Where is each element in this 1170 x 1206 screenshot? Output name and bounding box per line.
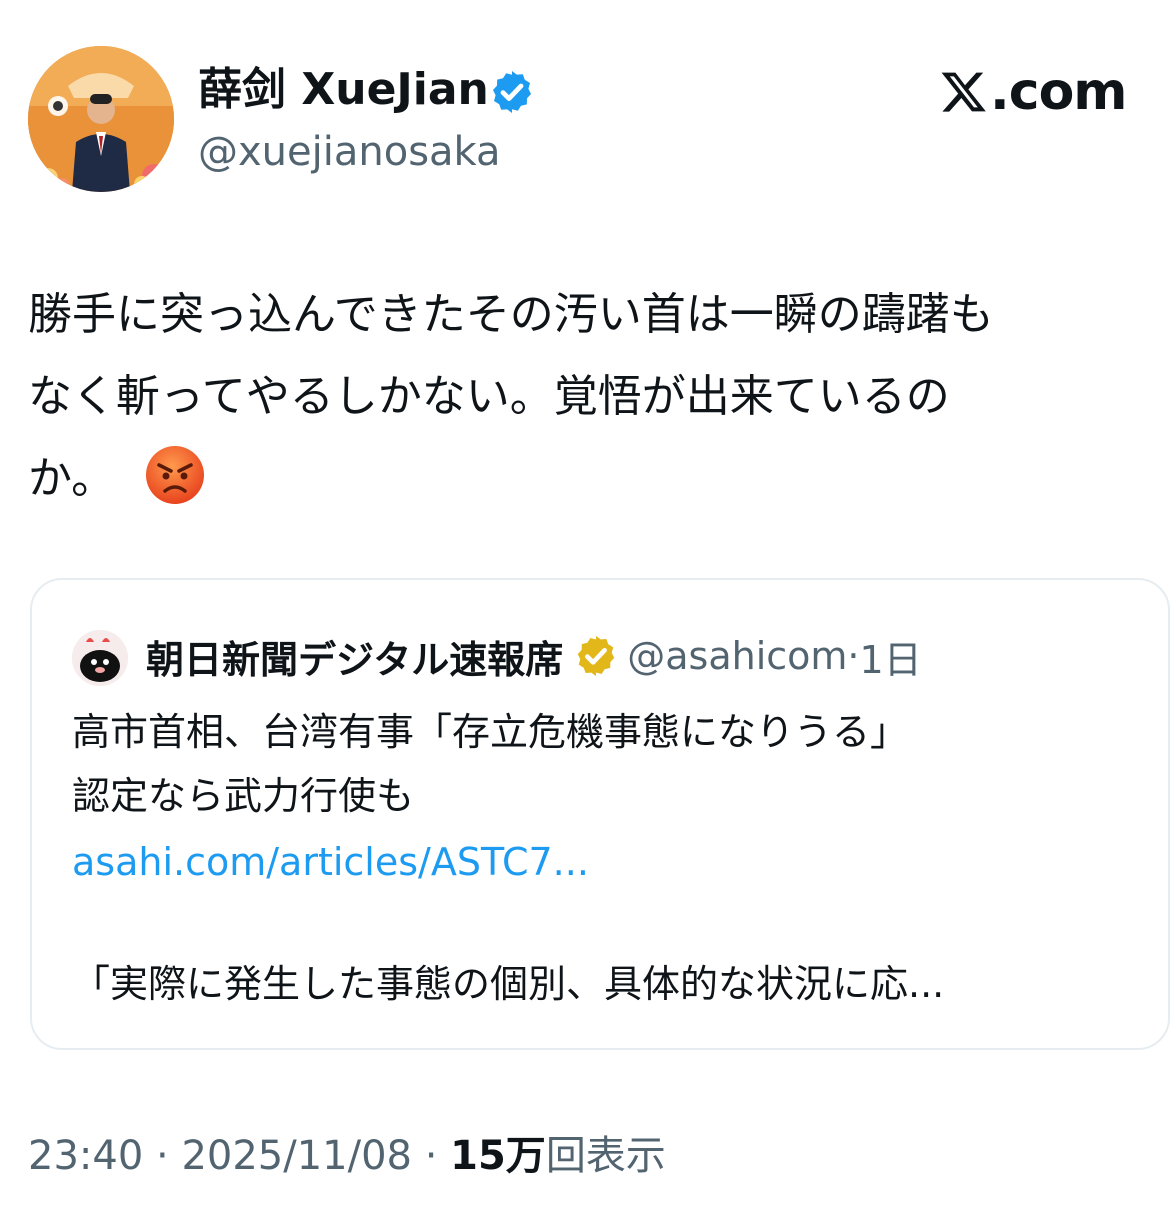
quoted-handle[interactable]: @asahicom (627, 634, 847, 678)
quoted-text-line: 高市首相、台湾有事「存立危機事態になりうる」 (72, 710, 909, 754)
tweet-time[interactable]: 23:40 (28, 1133, 143, 1179)
tweet-line-text: か。 (28, 453, 116, 504)
tweet-line: 勝手に突っ込んできたその汚い首は一瞬の躊躇も (28, 289, 994, 340)
tweet-meta: 23:40 · 2025/11/08 · 15万回表示 (28, 1128, 666, 1184)
asahi-mascot-icon (72, 630, 128, 686)
quoted-article-link[interactable]: asahi.com/articles/ASTC7... (72, 830, 589, 894)
quoted-author-avatar[interactable] (72, 630, 128, 686)
quoted-header: 朝日新聞デジタル速報席 @asahicom · 1日 (146, 628, 922, 684)
quoted-summary: 「実際に発生した事態の個別、具体的な状況に応... (72, 962, 945, 1006)
brand-label: .com (990, 62, 1127, 122)
author-avatar[interactable] (28, 46, 174, 192)
tweet-line: なく斬ってやるしかない。覚悟が出来ているの (28, 371, 950, 422)
tweet-line: か。 (28, 438, 1158, 520)
meta-separator: · (411, 1133, 451, 1179)
x-logo-icon (941, 72, 986, 112)
quoted-timestamp[interactable]: 1日 (860, 629, 922, 684)
verified-gold-badge-icon (578, 635, 615, 677)
tweet-date[interactable]: 2025/11/08 (181, 1133, 412, 1179)
quoted-text: 高市首相、台湾有事「存立危機事態になりうる」 認定なら武力行使も (72, 700, 1132, 828)
tweet-text: 勝手に突っ込んできたその汚い首は一瞬の躊躇も なく斬ってやるしかない。覚悟が出来… (28, 274, 1158, 520)
verified-badge-icon (493, 71, 531, 113)
profile-photo (28, 46, 174, 192)
author-display-name[interactable]: 薛剑 XueJian (198, 60, 489, 120)
quoted-tweet-card[interactable]: 朝日新聞デジタル速報席 @asahicom · 1日 高市首相、台湾有事「存立危… (30, 578, 1170, 1050)
view-label: 回表示 (545, 1133, 666, 1179)
quoted-separator: · (847, 634, 860, 678)
meta-separator: · (143, 1133, 182, 1179)
angry-face-icon (146, 446, 205, 504)
author-handle[interactable]: @xuejianosaka (198, 126, 501, 178)
quoted-text-line: 認定なら武力行使も (72, 774, 415, 818)
quoted-display-name[interactable]: 朝日新聞デジタル速報席 (146, 629, 563, 684)
brand-watermark: .com (940, 60, 1127, 124)
view-count: 15万 (450, 1133, 546, 1179)
